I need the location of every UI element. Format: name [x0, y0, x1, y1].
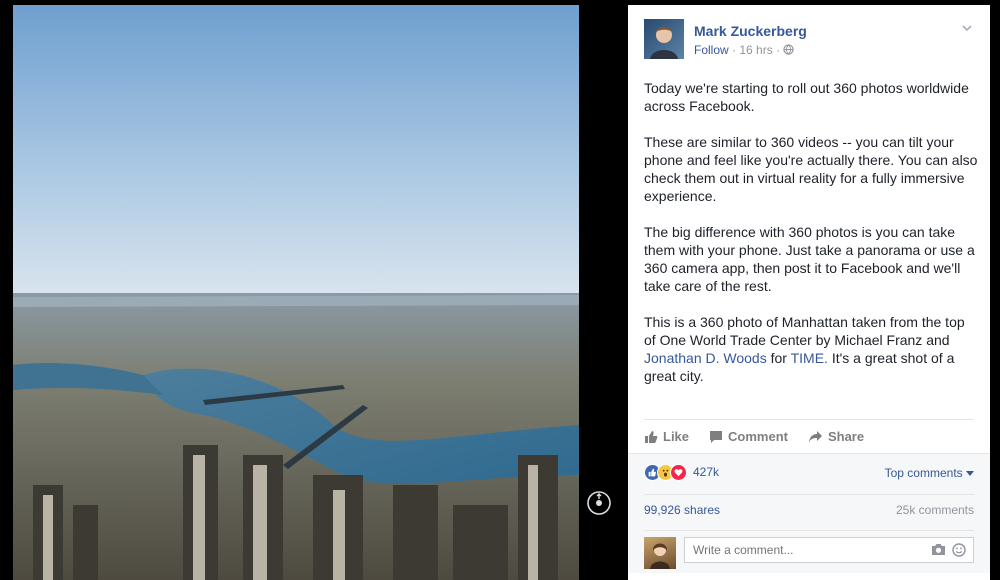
post-actions: Like Comment Share — [644, 419, 974, 453]
share-icon — [808, 430, 822, 443]
post-paragraph: Today we're starting to roll out 360 pho… — [644, 80, 969, 114]
paragraph-text: for — [770, 350, 787, 366]
chevron-down-icon[interactable] — [960, 21, 974, 35]
comment-button[interactable]: Comment — [709, 429, 788, 444]
like-icon — [645, 430, 658, 443]
author-name[interactable]: Mark Zuckerberg — [694, 23, 807, 39]
post-photo[interactable] — [13, 5, 579, 580]
manhattan-aerial-image — [13, 5, 579, 580]
shares-count[interactable]: 99,926 shares — [644, 503, 720, 517]
author-avatar[interactable] — [644, 19, 684, 59]
shares-comments-row: 99,926 shares 25k comments — [644, 494, 974, 524]
post-paragraph: The big difference with 360 photos is yo… — [644, 224, 975, 294]
post-panel: Mark Zuckerberg Follow · 16 hrs · Today … — [628, 5, 990, 580]
comment-composer — [644, 530, 974, 569]
reactions-summary[interactable]: 427k — [644, 462, 719, 482]
post-header: Mark Zuckerberg Follow · 16 hrs · — [644, 19, 974, 63]
camera-icon[interactable] — [931, 543, 946, 556]
post-paragraph: This is a 360 photo of Manhattan taken f… — [644, 313, 980, 385]
post-meta: Follow · 16 hrs · — [694, 43, 795, 57]
share-label: Share — [827, 429, 865, 444]
like-label: Like — [663, 429, 690, 444]
post-paragraph: These are similar to 360 videos -- you c… — [644, 134, 978, 204]
viewer-avatar — [644, 537, 676, 569]
like-button[interactable]: Like — [644, 429, 689, 444]
composer-icons — [931, 543, 966, 557]
post-time[interactable]: 16 hrs — [739, 43, 772, 57]
reaction-count[interactable]: 427k — [693, 465, 719, 479]
top-comments-dropdown[interactable]: Top comments — [885, 466, 974, 480]
paragraph-text: This is a 360 photo of Manhattan taken f… — [644, 314, 965, 348]
top-comments-label: Top comments — [884, 466, 963, 480]
emoji-icon[interactable] — [952, 543, 966, 557]
time-link[interactable]: TIME. — [791, 350, 828, 366]
share-button[interactable]: Share — [808, 429, 864, 444]
post-text: Today we're starting to roll out 360 pho… — [644, 79, 980, 403]
caret-down-icon — [966, 471, 974, 476]
globe-icon — [783, 44, 795, 55]
comment-label: Comment — [728, 429, 788, 444]
comments-count[interactable]: 25k comments — [896, 503, 974, 517]
360-icon[interactable] — [586, 490, 612, 516]
meta-separator: · — [776, 43, 784, 57]
comment-icon — [710, 430, 723, 443]
love-reaction-icon — [670, 463, 687, 481]
follow-link[interactable]: Follow — [694, 43, 729, 57]
post-stats: 427k Top comments 99,926 shares 25k comm… — [628, 453, 990, 573]
photographer-link[interactable]: Jonathan D. Woods — [644, 350, 767, 366]
